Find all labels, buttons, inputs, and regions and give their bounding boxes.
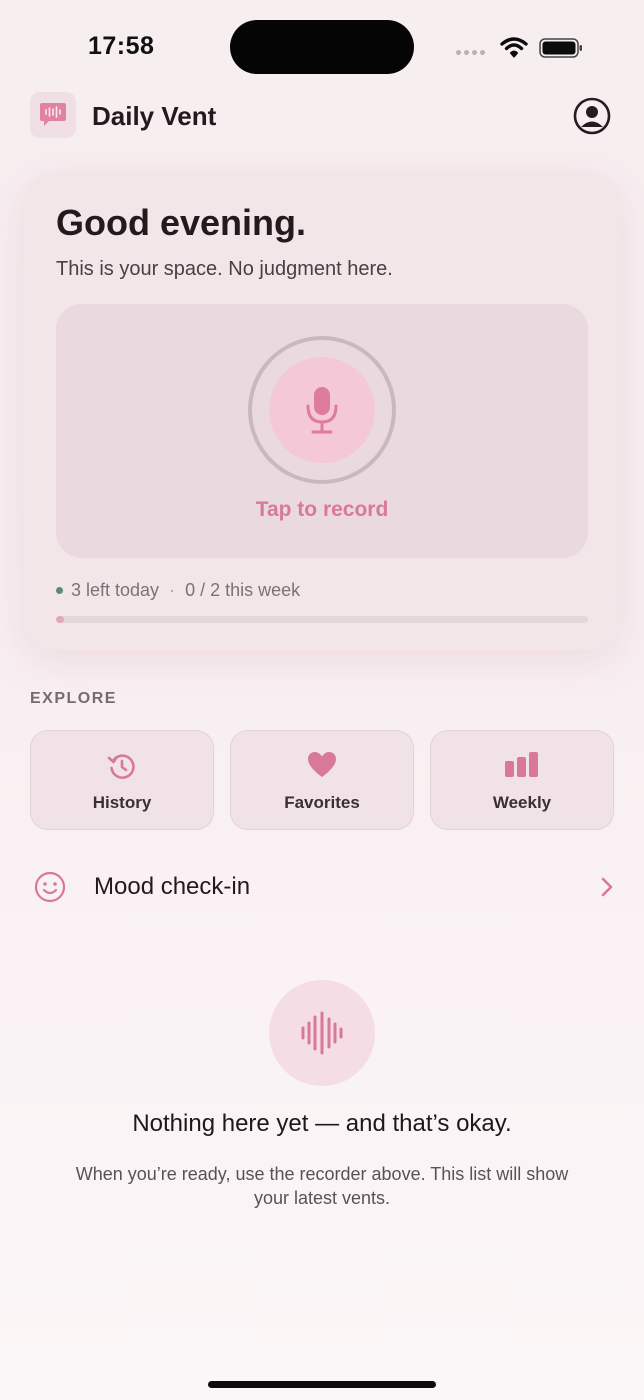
weekly-progress-bar [56, 616, 588, 623]
battery-icon [539, 38, 582, 58]
record-panel[interactable]: Tap to record [56, 304, 588, 558]
mood-checkin-row[interactable]: Mood check-in [30, 862, 620, 912]
record-ring[interactable] [248, 336, 396, 484]
explore-tiles: History Favorites Weekly [30, 730, 614, 830]
waveform-icon [301, 1011, 343, 1055]
greeting-subtitle: This is your space. No judgment here. [56, 258, 393, 280]
tile-history-label: History [92, 793, 152, 812]
status-time: 17:58 [88, 32, 155, 60]
home-indicator[interactable] [208, 1381, 436, 1388]
explore-section-label: EXPLORE [30, 690, 117, 707]
app-title: Daily Vent [92, 101, 217, 131]
empty-state-badge [269, 980, 375, 1086]
dynamic-island [230, 20, 414, 74]
smiley-icon [34, 871, 66, 903]
cellular-dots-icon [456, 50, 485, 55]
history-clock-icon [107, 754, 135, 779]
tile-weekly[interactable]: Weekly [430, 730, 614, 830]
bar-chart-icon [505, 752, 538, 777]
quota-row: 3 left today · 0 / 2 this week [56, 580, 300, 601]
waveform-bubble-icon [30, 92, 76, 138]
tile-favorites-label: Favorites [284, 793, 360, 812]
empty-state-description: When you’re ready, use the recorder abov… [75, 1164, 569, 1208]
wifi-icon [500, 37, 528, 58]
weekly-progress-fill [56, 616, 64, 623]
tile-favorites[interactable]: Favorites [230, 730, 414, 830]
hero-card: Good evening. This is your space. No jud… [24, 172, 620, 650]
greeting-title: Good evening. [56, 202, 307, 243]
tile-weekly-label: Weekly [492, 793, 552, 812]
quota-separator: · [169, 580, 176, 600]
quota-today: 3 left today [71, 580, 160, 600]
app-header: Daily Vent [0, 92, 644, 140]
heart-icon [308, 752, 336, 777]
record-label[interactable]: Tap to record [56, 498, 588, 522]
profile-icon[interactable] [572, 96, 612, 136]
mood-checkin-label: Mood check-in [94, 873, 251, 900]
quota-week: 0 / 2 this week [185, 580, 301, 600]
empty-state-title: Nothing here yet — and that’s okay. [132, 1110, 512, 1137]
tile-history[interactable]: History [30, 730, 214, 830]
status-dot [56, 587, 63, 594]
chevron-right-icon [601, 877, 613, 897]
microphone-icon [306, 387, 338, 434]
status-bar: 17:58 [0, 0, 644, 90]
record-button[interactable] [269, 357, 375, 463]
